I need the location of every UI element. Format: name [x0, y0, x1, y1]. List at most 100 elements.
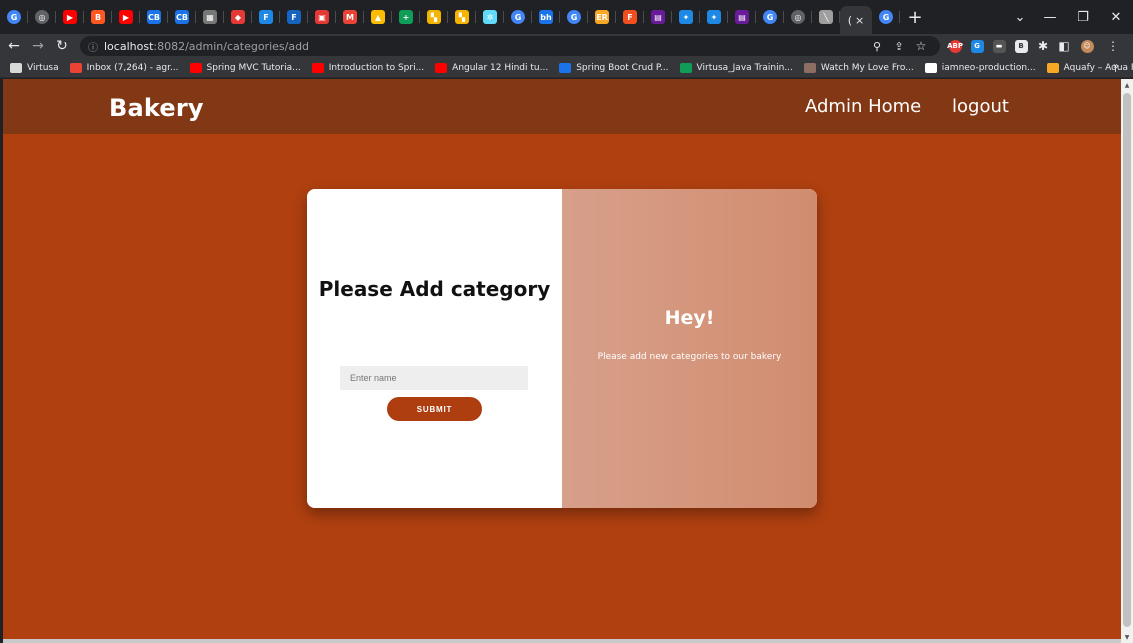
browser-tab[interactable]: ▚: [420, 0, 448, 34]
browser-tab[interactable]: G: [872, 0, 900, 34]
category-name-input[interactable]: [340, 366, 528, 390]
google-icon: G: [879, 10, 893, 24]
code-icon: ▤: [735, 10, 749, 24]
scroll-down-arrow-icon[interactable]: ▼: [1121, 631, 1133, 643]
bookmark-item[interactable]: Virtusa: [10, 62, 59, 73]
bookmark-item[interactable]: Introduction to Spri...: [311, 62, 424, 73]
bookmark-item[interactable]: Inbox (7,264) - agr...: [69, 62, 179, 73]
browser-tab[interactable]: ER: [588, 0, 616, 34]
browser-tab[interactable]: ▤: [728, 0, 756, 34]
bookmark-item[interactable]: Spring MVC Tutoria...: [189, 62, 301, 73]
greeting-message: Please add new categories to our bakery: [597, 352, 782, 362]
browser-tab[interactable]: G: [504, 0, 532, 34]
bookmark-star-icon[interactable]: ☆: [912, 36, 930, 56]
url-host: localhost: [104, 39, 154, 53]
nav-link-logout[interactable]: logout: [952, 96, 1009, 117]
browser-tab[interactable]: F: [616, 0, 644, 34]
f-icon: F: [287, 10, 301, 24]
scrollbar-thumb[interactable]: [1123, 93, 1131, 627]
extension-icon[interactable]: ▬: [990, 36, 1008, 56]
youtube-icon: ▶: [119, 10, 133, 24]
address-bar[interactable]: ⓘ localhost:8082/admin/categories/add: [80, 36, 940, 56]
react-icon: ✲: [483, 10, 497, 24]
menu-kebab-icon[interactable]: ⋮: [1104, 36, 1122, 56]
browser-tab[interactable]: ╲: [812, 0, 840, 34]
reload-icon[interactable]: ↻: [52, 36, 72, 56]
browser-tab[interactable]: bh: [532, 0, 560, 34]
browser-tab[interactable]: CB: [140, 0, 168, 34]
browser-tab[interactable]: ◆: [224, 0, 252, 34]
forward-arrow-icon[interactable]: →: [28, 36, 48, 56]
browser-tab[interactable]: ▶: [112, 0, 140, 34]
puzzle-extensions-icon[interactable]: ✱: [1034, 36, 1052, 56]
aquafy-icon: [1046, 62, 1059, 73]
adblock-extension-icon[interactable]: ABP: [946, 36, 964, 56]
extension-icon[interactable]: G: [968, 36, 986, 56]
more-bookmarks-chevron-icon[interactable]: »: [1113, 61, 1119, 72]
bookmark-label: Angular 12 Hindi tu...: [452, 62, 549, 73]
brand-logo-text[interactable]: Bakery: [109, 94, 204, 122]
profile-avatar[interactable]: ☺: [1078, 36, 1096, 56]
share-icon[interactable]: ⇪: [890, 36, 908, 56]
nav-link-admin-home[interactable]: Admin Home: [805, 96, 921, 117]
browser-tab[interactable]: ✲: [476, 0, 504, 34]
vertical-scrollbar[interactable]: ▲ ▼: [1121, 79, 1133, 643]
google-icon: G: [511, 10, 525, 24]
browser-tab[interactable]: ✦: [700, 0, 728, 34]
side-panel-icon[interactable]: ◧: [1055, 36, 1073, 56]
close-window-icon[interactable]: ✕: [1099, 0, 1133, 34]
bookmark-page-icon: [559, 62, 572, 73]
browser-tab[interactable]: ▣: [308, 0, 336, 34]
youtube-icon: [435, 62, 448, 73]
bookmarks-bar: Virtusa Inbox (7,264) - agr... Spring MVC …: [0, 58, 1133, 78]
bookmark-item[interactable]: Virtusa_Java Trainin...: [679, 62, 793, 73]
bookmark-label: iamneo-production...: [941, 62, 1036, 73]
browser-tab[interactable]: G: [0, 0, 28, 34]
youtube-icon: ▶: [63, 10, 77, 24]
bookmark-label: Inbox (7,264) - agr...: [86, 62, 179, 73]
browser-tab[interactable]: CB: [168, 0, 196, 34]
browser-tab[interactable]: ▶: [56, 0, 84, 34]
minimize-window-icon[interactable]: —: [1033, 0, 1067, 34]
drive-icon: ▲: [371, 10, 385, 24]
browser-tab[interactable]: ▤: [644, 0, 672, 34]
bookmark-item[interactable]: iamneo-production...: [924, 62, 1036, 73]
browser-tab[interactable]: ✦: [672, 0, 700, 34]
new-tab-button[interactable]: +: [900, 0, 930, 34]
active-tab[interactable]: (×: [840, 6, 872, 34]
bookmark-item[interactable]: Watch My Love Fro...: [803, 62, 914, 73]
browser-tab[interactable]: ▦: [196, 0, 224, 34]
browser-tab[interactable]: ◎: [784, 0, 812, 34]
add-category-card: Please Add category SUBMIT Hey! Please a…: [307, 189, 817, 508]
greeting-panel: Hey! Please add new categories to our ba…: [562, 189, 817, 508]
site-info-icon[interactable]: ⓘ: [88, 39, 98, 54]
browser-tab[interactable]: ▲: [364, 0, 392, 34]
slides-icon: ▣: [315, 10, 329, 24]
bookmark-label: Virtusa: [27, 62, 59, 73]
browser-tab[interactable]: ▚: [448, 0, 476, 34]
bookmark-item[interactable]: Aquafy – Aqua Far...: [1046, 62, 1133, 73]
submit-button[interactable]: SUBMIT: [387, 397, 482, 421]
browser-tab[interactable]: G: [560, 0, 588, 34]
cb-icon: CB: [147, 10, 161, 24]
close-tab-icon[interactable]: ×: [855, 14, 864, 27]
extension-icon[interactable]: B: [1012, 36, 1030, 56]
browser-tab[interactable]: G: [756, 0, 784, 34]
site-navbar: Bakery Admin Home logout: [3, 79, 1121, 134]
scroll-up-arrow-icon[interactable]: ▲: [1121, 79, 1133, 91]
horizontal-scrollbar[interactable]: [3, 639, 1121, 643]
zoom-icon[interactable]: ⚲: [868, 36, 886, 56]
restore-window-icon[interactable]: ❐: [1066, 0, 1100, 34]
url-path: :8082/admin/categories/add: [153, 39, 310, 53]
youtube-icon: [189, 62, 202, 73]
back-arrow-icon[interactable]: ←: [4, 36, 24, 56]
browser-tab[interactable]: B: [84, 0, 112, 34]
tab-search-chevron-icon[interactable]: ⌄: [1003, 0, 1037, 34]
bookmark-item[interactable]: Spring Boot Crud P...: [559, 62, 669, 73]
browser-tab[interactable]: +: [392, 0, 420, 34]
browser-tab[interactable]: ◎: [28, 0, 56, 34]
browser-tab[interactable]: M: [336, 0, 364, 34]
browser-tab[interactable]: F: [280, 0, 308, 34]
bookmark-item[interactable]: Angular 12 Hindi tu...: [435, 62, 549, 73]
browser-tab[interactable]: F: [252, 0, 280, 34]
